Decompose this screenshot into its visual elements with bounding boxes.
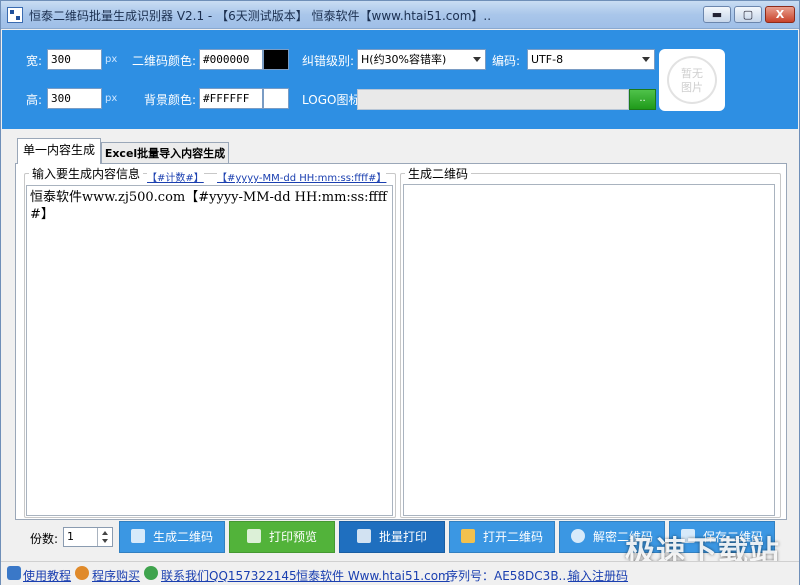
open-qr-button[interactable]: 打开二维码 (449, 521, 555, 553)
open-qr-label: 打开二维码 (482, 530, 543, 544)
generate-qr-button[interactable]: 生成二维码 (119, 521, 225, 553)
settings-panel: 宽: 300 px 高: 300 px 二维码颜色: #000000 背景颜色:… (2, 30, 798, 129)
tutorial-icon (7, 566, 21, 580)
print-preview-label: 打印预览 (268, 530, 317, 544)
register-link[interactable]: 输入注册码 (568, 567, 628, 584)
tab-single-content[interactable]: 单一内容生成 (17, 138, 101, 164)
ecc-select[interactable]: H(约30%容错率) (357, 49, 486, 70)
encoding-label: 编码: (492, 54, 521, 68)
qr-preview-thumbnail: 暂无 图片 (659, 49, 725, 111)
qr-code-display (403, 184, 775, 516)
encoding-value: UTF-8 (531, 53, 564, 66)
qr-color-swatch[interactable] (263, 49, 289, 70)
tutorial-link[interactable]: 使用教程 (23, 567, 71, 584)
encoding-select[interactable]: UTF-8 (527, 49, 655, 70)
close-button[interactable]: X (765, 6, 795, 23)
logo-label: LOGO图标: (302, 93, 365, 107)
printer-icon (356, 529, 371, 543)
height-label: 高: (26, 93, 43, 107)
purchase-link[interactable]: 程序购买 (92, 567, 140, 584)
placeholder-line2: 图片 (681, 81, 703, 94)
ecc-value: H(约30%容错率) (361, 53, 447, 66)
print-preview-button[interactable]: 打印预览 (229, 521, 335, 553)
folder-open-icon (460, 529, 475, 543)
height-unit: px (105, 93, 118, 104)
status-bar: 使用教程 程序购买 联系我们QQ157322145 恒泰软件 Www.htai5… (1, 561, 799, 585)
insert-datetime-token-link[interactable]: 【#yyyy-MM-dd HH:mm:ss:ffff#】 (217, 169, 387, 184)
bg-color-input[interactable]: #FFFFFF (199, 88, 263, 109)
content-textarea[interactable]: 恒泰软件www.zj500.com【#yyyy-MM-dd HH:mm:ss:f… (26, 185, 393, 516)
qr-color-input[interactable]: #000000 (199, 49, 263, 70)
input-group-legend: 输入要生成内容信息 (29, 165, 144, 182)
batch-print-button[interactable]: 批量打印 (339, 521, 445, 553)
ecc-label: 纠错级别: (302, 54, 355, 68)
insert-counter-token-link[interactable]: 【#计数#】 (147, 169, 204, 184)
bg-color-swatch[interactable] (263, 88, 289, 109)
decode-icon (570, 529, 585, 543)
width-input[interactable]: 300 (47, 49, 102, 70)
width-label: 宽: (26, 54, 43, 68)
app-window: 恒泰二维码批量生成识别器 V2.1 - 【6天测试版本】 恒泰软件【www.ht… (0, 0, 800, 585)
height-input[interactable]: 300 (47, 88, 102, 109)
gear-icon (130, 529, 145, 543)
chevron-down-icon (642, 57, 650, 62)
batch-print-label: 批量打印 (378, 530, 427, 544)
title-bar: 恒泰二维码批量生成识别器 V2.1 - 【6天测试版本】 恒泰软件【www.ht… (1, 1, 799, 29)
generate-qr-label: 生成二维码 (152, 530, 213, 544)
purchase-icon (75, 566, 89, 580)
contact-icon (144, 566, 158, 580)
qr-color-label: 二维码颜色: (132, 54, 197, 68)
serial-number: 序列号：AE58DC3B... (446, 569, 570, 583)
logo-path-input[interactable] (357, 89, 629, 110)
maximize-button[interactable]: ▢ (734, 6, 762, 23)
copies-spinner[interactable] (97, 528, 112, 546)
logo-browse-button[interactable]: .. (629, 89, 656, 110)
output-group-legend: 生成二维码 (405, 165, 472, 182)
app-qr-icon (7, 7, 23, 23)
minimize-button[interactable]: ▬ (703, 6, 731, 23)
window-title: 恒泰二维码批量生成识别器 V2.1 - 【6天测试版本】 恒泰软件【www.ht… (29, 9, 492, 23)
printer-preview-icon (246, 529, 261, 543)
bg-color-label: 背景颜色: (144, 93, 197, 107)
website-link[interactable]: 恒泰软件 Www.htai51.com (296, 567, 450, 584)
chevron-down-icon (473, 57, 481, 62)
contact-link[interactable]: 联系我们QQ157322145 (161, 567, 297, 584)
copies-label: 份数: (30, 532, 59, 546)
width-unit: px (105, 54, 118, 65)
no-image-placeholder: 暂无 图片 (667, 56, 717, 104)
placeholder-line1: 暂无 (681, 67, 703, 80)
